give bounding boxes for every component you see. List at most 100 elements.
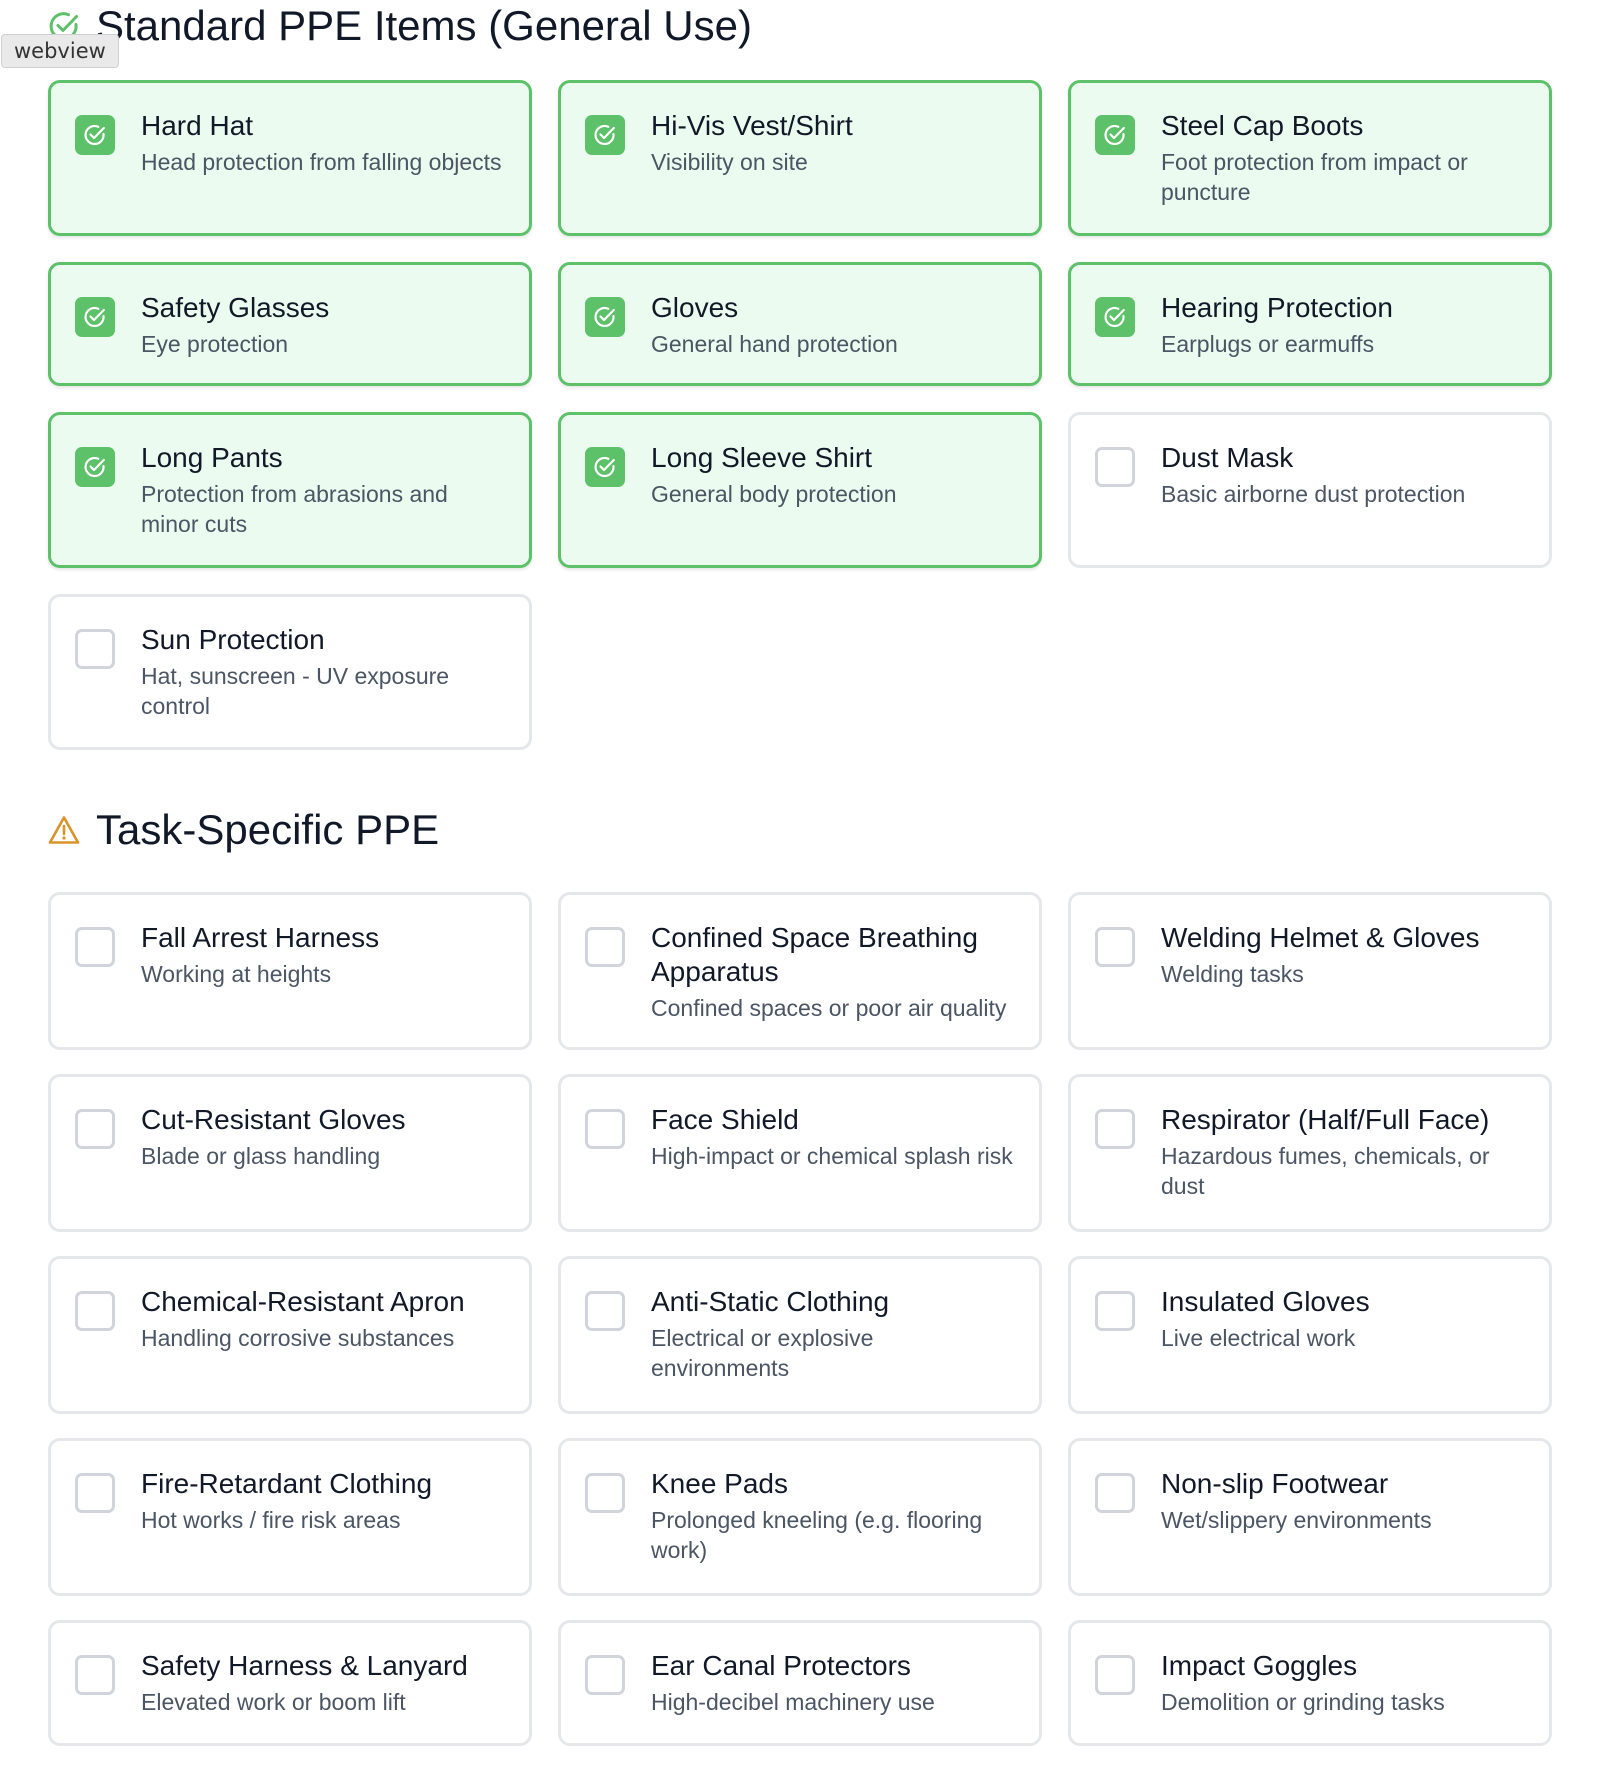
ppe-option-welding-helmet-gloves[interactable]: Welding Helmet & Gloves Welding tasks [1068, 892, 1552, 1050]
ppe-option-knee-pads[interactable]: Knee Pads Prolonged kneeling (e.g. floori… [558, 1438, 1042, 1596]
checkbox[interactable] [585, 1109, 625, 1149]
checkbox[interactable] [1095, 1655, 1135, 1695]
check-circle-icon [593, 305, 617, 329]
ppe-option-text: Face Shield High-impact or chemical splas… [651, 1103, 1013, 1171]
checkbox[interactable] [585, 1291, 625, 1331]
ppe-option-description: Earplugs or earmuffs [1161, 331, 1375, 357]
ppe-option-label: Face Shield [651, 1104, 799, 1135]
checkbox[interactable] [585, 1655, 625, 1695]
ppe-option-text: Impact Goggles Demolition or grinding tas… [1161, 1649, 1445, 1717]
check-circle-icon [83, 123, 107, 147]
ppe-option-description: Demolition or grinding tasks [1161, 1689, 1445, 1715]
check-circle-icon [1103, 305, 1127, 329]
ppe-option-fall-arrest-harness[interactable]: Fall Arrest Harness Working at heights [48, 892, 532, 1050]
ppe-option-text: Respirator (Half/Full Face) Hazardous fum… [1161, 1103, 1523, 1201]
checkbox[interactable] [585, 297, 625, 337]
ppe-option-text: Hard Hat Head protection from falling obj… [141, 109, 502, 177]
ppe-option-description: High-decibel machinery use [651, 1689, 935, 1715]
ppe-option-impact-goggles[interactable]: Impact Goggles Demolition or grinding tas… [1068, 1620, 1552, 1746]
ppe-option-ear-canal-protectors[interactable]: Ear Canal Protectors High-decibel machine… [558, 1620, 1042, 1746]
ppe-option-gloves[interactable]: Gloves General hand protection [558, 262, 1042, 386]
ppe-option-text: Confined Space Breathing Apparatus Confin… [651, 921, 1013, 1023]
ppe-option-label: Sun Protection [141, 624, 325, 655]
ppe-option-label: Long Pants [141, 442, 283, 473]
ppe-option-text: Anti-Static Clothing Electrical or explos… [651, 1285, 1013, 1383]
section-title: Task-Specific PPE [96, 806, 440, 853]
ppe-option-label: Gloves [651, 292, 739, 323]
ppe-option-hard-hat[interactable]: Hard Hat Head protection from falling obj… [48, 80, 532, 236]
ppe-option-label: Safety Glasses [141, 292, 330, 323]
ppe-option-text: Cut-Resistant Gloves Blade or glass handl… [141, 1103, 406, 1171]
ppe-option-description: Elevated work or boom lift [141, 1689, 406, 1715]
checkbox[interactable] [75, 927, 115, 967]
ppe-option-description: Electrical or explosive environments [651, 1325, 874, 1381]
checkbox[interactable] [1095, 1291, 1135, 1331]
checkbox[interactable] [75, 447, 115, 487]
ppe-option-hi-vis-vest-shirt[interactable]: Hi-Vis Vest/Shirt Visibility on site [558, 80, 1042, 236]
check-circle-icon [1103, 123, 1127, 147]
checkbox[interactable] [585, 927, 625, 967]
ppe-option-respirator-half-full-face[interactable]: Respirator (Half/Full Face) Hazardous fum… [1068, 1074, 1552, 1232]
ppe-option-label: Confined Space Breathing Apparatus [651, 922, 978, 987]
ppe-option-text: Safety Glasses Eye protection [141, 291, 329, 359]
checkbox[interactable] [75, 1291, 115, 1331]
ppe-option-description: Hat, sunscreen - UV exposure control [141, 663, 450, 719]
ppe-option-label: Hi-Vis Vest/Shirt [651, 110, 853, 141]
checkbox[interactable] [585, 115, 625, 155]
ppe-option-chemical-resistant-apron[interactable]: Chemical-Resistant Apron Handling corrosi… [48, 1256, 532, 1414]
check-circle-icon [83, 455, 107, 479]
ppe-option-fire-retardant-clothing[interactable]: Fire-Retardant Clothing Hot works / fire … [48, 1438, 532, 1596]
check-circle-icon [593, 123, 617, 147]
ppe-option-text: Long Pants Protection from abrasions and … [141, 441, 503, 539]
ppe-option-safety-harness-lanyard[interactable]: Safety Harness & Lanyard Elevated work or… [48, 1620, 532, 1746]
ppe-option-dust-mask[interactable]: Dust Mask Basic airborne dust protection [1068, 412, 1552, 568]
ppe-option-label: Non-slip Footwear [1161, 1468, 1389, 1499]
checkbox[interactable] [1095, 447, 1135, 487]
task-specific-ppe-grid: Fall Arrest Harness Working at heights Con… [48, 892, 1552, 1746]
ppe-option-cut-resistant-gloves[interactable]: Cut-Resistant Gloves Blade or glass handl… [48, 1074, 532, 1232]
ppe-option-text: Safety Harness & Lanyard Elevated work or… [141, 1649, 468, 1717]
ppe-option-safety-glasses[interactable]: Safety Glasses Eye protection [48, 262, 532, 386]
checkbox[interactable] [75, 1473, 115, 1513]
checkbox[interactable] [1095, 1473, 1135, 1513]
ppe-option-face-shield[interactable]: Face Shield High-impact or chemical splas… [558, 1074, 1042, 1232]
ppe-option-insulated-gloves[interactable]: Insulated Gloves Live electrical work [1068, 1256, 1552, 1414]
checkbox[interactable] [1095, 115, 1135, 155]
ppe-option-confined-space-breathing-apparatus[interactable]: Confined Space Breathing Apparatus Confin… [558, 892, 1042, 1050]
ppe-option-text: Chemical-Resistant Apron Handling corrosi… [141, 1285, 465, 1353]
section-title: Standard PPE Items (General Use) [96, 2, 752, 49]
ppe-option-long-pants[interactable]: Long Pants Protection from abrasions and … [48, 412, 532, 568]
checkbox[interactable] [1095, 927, 1135, 967]
ppe-option-description: Eye protection [141, 331, 289, 357]
ppe-option-description: Foot protection from impact or puncture [1161, 149, 1468, 205]
checkbox[interactable] [75, 629, 115, 669]
checkbox[interactable] [585, 447, 625, 487]
webview-tooltip: webview [1, 34, 119, 68]
ppe-option-description: General hand protection [651, 331, 898, 357]
ppe-option-sun-protection[interactable]: Sun Protection Hat, sunscreen - UV exposu… [48, 594, 532, 750]
ppe-option-text: Fire-Retardant Clothing Hot works / fire … [141, 1467, 432, 1535]
ppe-option-label: Chemical-Resistant Apron [141, 1286, 465, 1317]
checkbox[interactable] [75, 1655, 115, 1695]
ppe-option-description: Prolonged kneeling (e.g. flooring work) [651, 1507, 983, 1563]
checkbox[interactable] [585, 1473, 625, 1513]
ppe-option-description: Blade or glass handling [141, 1143, 381, 1169]
checkbox[interactable] [1095, 297, 1135, 337]
ppe-option-label: Cut-Resistant Gloves [141, 1104, 406, 1135]
standard-ppe-heading: Standard PPE Items (General Use) [48, 0, 1552, 54]
checkbox[interactable] [1095, 1109, 1135, 1149]
ppe-option-non-slip-footwear[interactable]: Non-slip Footwear Wet/slippery environmen… [1068, 1438, 1552, 1596]
ppe-option-steel-cap-boots[interactable]: Steel Cap Boots Foot protection from impa… [1068, 80, 1552, 236]
checkbox[interactable] [75, 1109, 115, 1149]
ppe-option-label: Knee Pads [651, 1468, 788, 1499]
checkbox[interactable] [75, 297, 115, 337]
ppe-option-text: Insulated Gloves Live electrical work [1161, 1285, 1370, 1353]
checkbox[interactable] [75, 115, 115, 155]
ppe-option-text: Welding Helmet & Gloves Welding tasks [1161, 921, 1480, 989]
ppe-option-description: High-impact or chemical splash risk [651, 1143, 1013, 1169]
ppe-option-long-sleeve-shirt[interactable]: Long Sleeve Shirt General body protection [558, 412, 1042, 568]
ppe-option-description: Welding tasks [1161, 961, 1304, 987]
ppe-option-hearing-protection[interactable]: Hearing Protection Earplugs or earmuffs [1068, 262, 1552, 386]
check-circle-icon [593, 455, 617, 479]
ppe-option-anti-static-clothing[interactable]: Anti-Static Clothing Electrical or explos… [558, 1256, 1042, 1414]
